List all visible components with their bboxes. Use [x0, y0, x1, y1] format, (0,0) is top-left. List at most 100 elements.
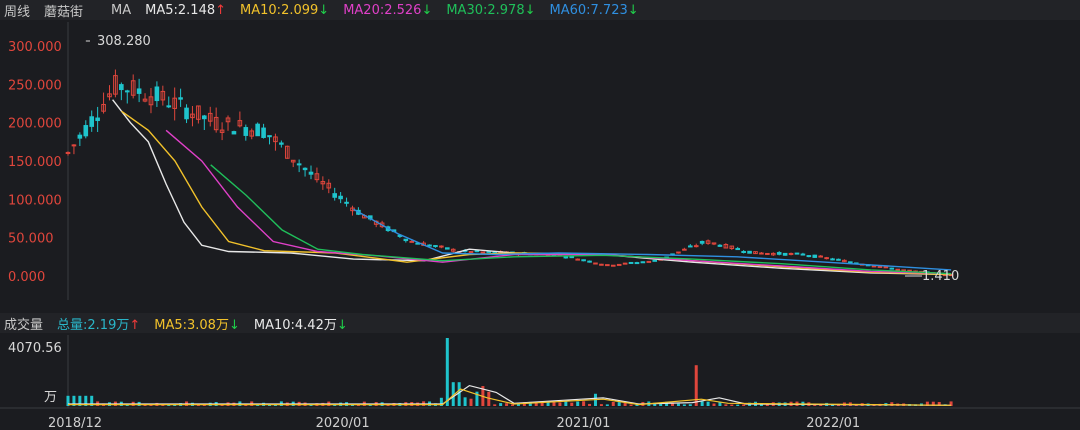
candle-body — [71, 144, 77, 147]
volume-bar — [688, 404, 692, 406]
candle-body — [605, 264, 610, 267]
date-axis-label: 2021/01 — [556, 416, 610, 430]
candle-body — [806, 255, 812, 258]
volume-bar — [511, 404, 515, 406]
candle-body — [255, 123, 260, 137]
price-axis-label: 100.000 — [8, 193, 62, 208]
volume-bar — [493, 404, 497, 406]
volume-bar — [469, 398, 473, 406]
candle-body — [634, 262, 640, 265]
candle-body — [776, 252, 782, 255]
volume-bar — [700, 401, 704, 406]
candle-body — [439, 245, 444, 248]
low-price-annotation: 1.410 — [922, 269, 959, 284]
candle-body — [747, 250, 752, 254]
candle-body — [765, 252, 770, 255]
volume-axis-unit: 万 — [44, 390, 57, 405]
volume-axis-max: 4070.56 — [8, 341, 62, 356]
price-axis-label: 50.000 — [8, 232, 54, 247]
price-axis-label: 0.000 — [8, 270, 45, 285]
volume-bar — [457, 382, 461, 406]
candle-body — [178, 97, 183, 100]
candle-body — [836, 258, 841, 261]
volume-bar — [742, 404, 746, 406]
candle-body — [646, 260, 652, 263]
candle-body — [610, 264, 616, 267]
volume-bar — [582, 401, 586, 406]
candle-body — [302, 167, 308, 171]
date-axis-label: 2018/12 — [48, 416, 102, 430]
price-axis-label: 300.000 — [8, 40, 62, 55]
candle-body — [688, 245, 693, 248]
candle-body — [782, 252, 788, 256]
volume-bar — [724, 404, 728, 406]
candle-body — [682, 248, 687, 251]
volume-bar — [712, 403, 716, 406]
date-axis-label: 2020/01 — [316, 416, 370, 430]
volume-bar — [611, 401, 615, 406]
candle-body — [433, 245, 438, 248]
candle-body — [818, 255, 823, 258]
volume-bar — [605, 404, 609, 406]
volume-bar — [463, 397, 467, 406]
candle-body — [871, 265, 877, 268]
candle-body — [344, 201, 349, 204]
candle-body — [699, 240, 705, 244]
candle-body — [296, 163, 302, 166]
kline-chart[interactable]: 300.000 250.000 200.000 150.000 100.000 50.00… — [0, 0, 1080, 430]
candle-body — [445, 247, 450, 250]
volume-ma-line — [68, 384, 952, 406]
candle-body — [599, 263, 604, 266]
candle-body — [889, 267, 895, 270]
candle-body — [202, 115, 207, 120]
volume-bar — [576, 401, 580, 406]
price-axis-label: 200.000 — [8, 117, 62, 132]
candle-body — [759, 252, 764, 255]
candle-body — [575, 258, 580, 261]
volume-bar — [558, 402, 562, 406]
candle-body — [468, 251, 474, 254]
candle-body — [883, 266, 889, 269]
candle-body — [243, 127, 249, 136]
candle-body — [154, 86, 160, 102]
candle-body — [332, 193, 338, 198]
candle-body — [800, 253, 806, 256]
volume-bar — [499, 403, 503, 406]
volume-bar — [659, 403, 663, 406]
candle-body — [480, 251, 486, 254]
candle-body — [184, 107, 189, 120]
candle-body — [824, 257, 829, 260]
candle-body — [569, 256, 575, 259]
candle-body — [848, 261, 853, 264]
volume-bar — [629, 404, 633, 406]
candle-body — [830, 258, 835, 261]
candle-body — [622, 262, 628, 265]
volume-bar — [617, 402, 621, 406]
volume-bar — [588, 403, 592, 406]
candle-body — [136, 88, 142, 94]
candle-body — [788, 252, 794, 255]
volume-bar — [445, 338, 449, 406]
candle-body — [652, 259, 658, 262]
volume-bar — [676, 403, 680, 406]
volume-bar — [682, 404, 686, 406]
candle-body — [735, 248, 741, 251]
volume-bar — [706, 401, 710, 406]
candle-body — [119, 84, 124, 91]
candle-body — [95, 117, 100, 122]
candle-body — [403, 238, 409, 242]
volume-bar — [623, 403, 627, 406]
candle-body — [166, 105, 172, 108]
volume-bar — [564, 401, 568, 406]
candle-body — [261, 127, 266, 138]
candle-body — [231, 131, 237, 135]
candle-body — [616, 263, 622, 266]
candle-body — [89, 116, 95, 127]
candle-body — [717, 244, 723, 247]
candle-body — [877, 265, 883, 268]
volume-bar — [599, 404, 603, 406]
candle-body — [593, 262, 598, 265]
candle-body — [640, 261, 646, 264]
candle-body — [124, 90, 130, 93]
candle-body — [693, 245, 699, 248]
